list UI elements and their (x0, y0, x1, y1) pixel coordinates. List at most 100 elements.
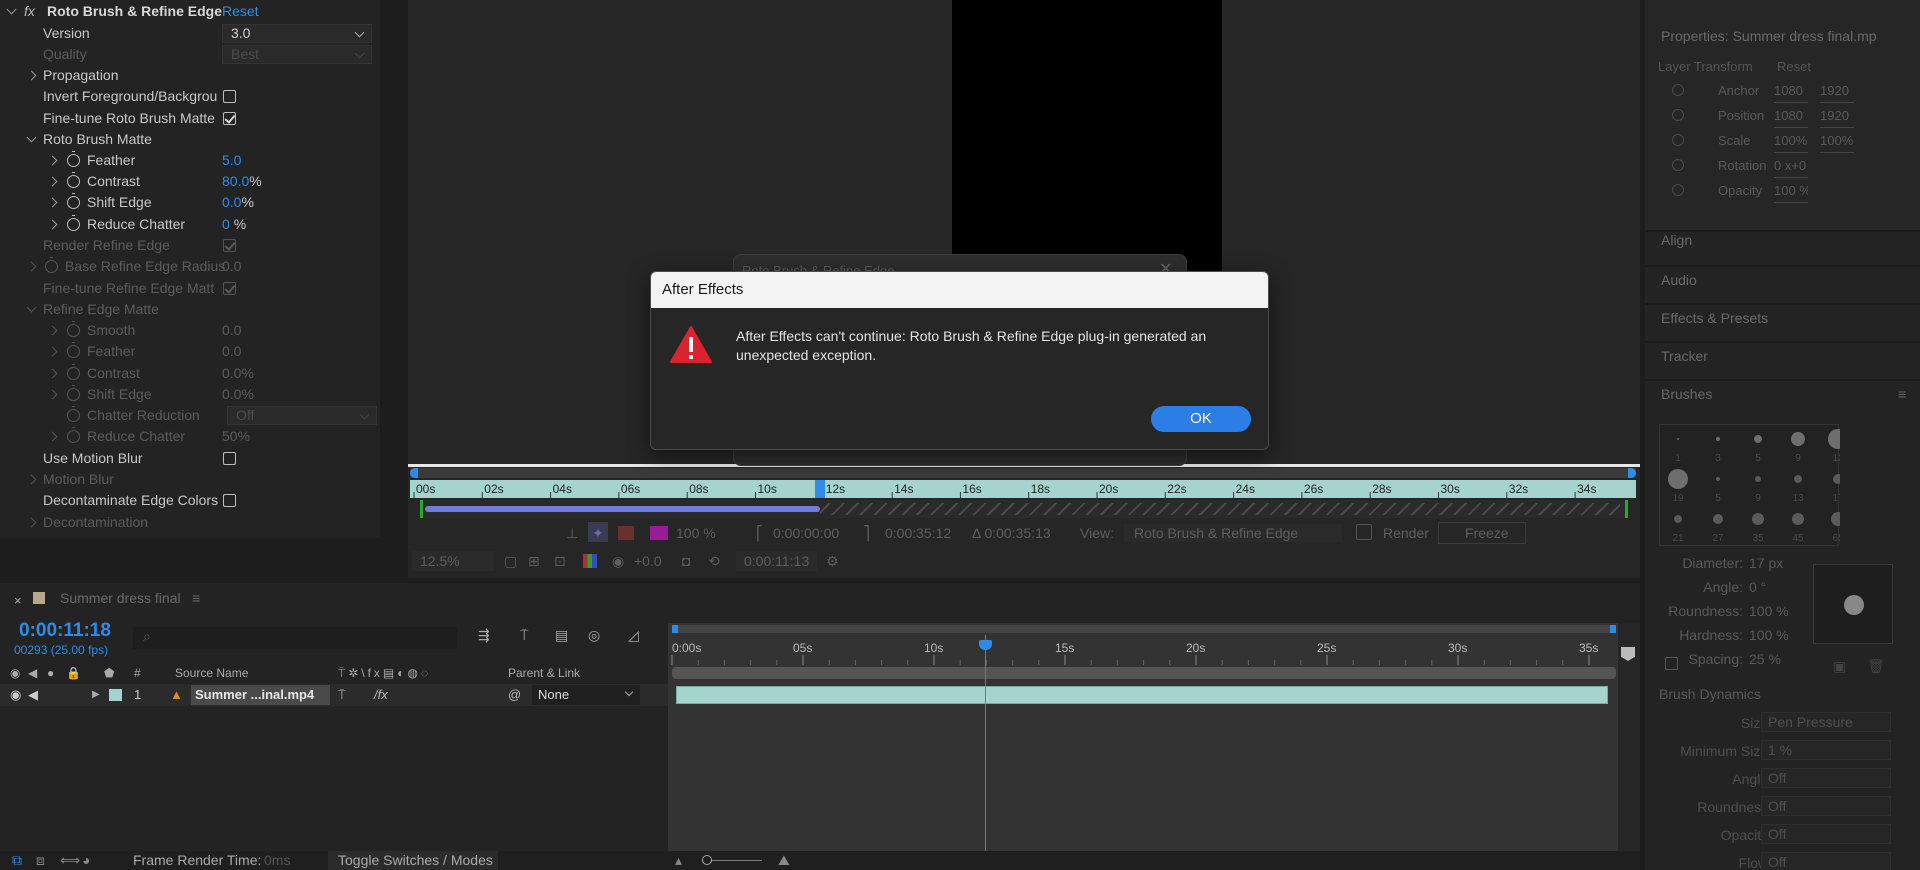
show-snapshot-icon[interactable]: ⟲ (708, 548, 720, 574)
group-propagation[interactable]: Propagation (0, 65, 380, 86)
composition-canvas[interactable] (952, 0, 1222, 282)
zoom-slider-thumb[interactable] (702, 855, 712, 865)
brush-preset[interactable] (1833, 474, 1840, 484)
video-toggle-icon[interactable]: ◉ (10, 663, 20, 683)
frame-blending-icon[interactable]: ▤ (555, 627, 568, 644)
brush-preset[interactable] (1794, 475, 1802, 483)
fine-tune-roto-checkbox[interactable] (223, 112, 236, 125)
work-area-bar[interactable] (672, 625, 1616, 633)
freeze-button[interactable]: Freeze (1438, 522, 1526, 544)
shy-layers-icon[interactable]: ⍑ (520, 627, 528, 644)
expand-chevron-icon[interactable] (26, 517, 37, 528)
refine-contrast-value[interactable]: 0.0 (222, 365, 241, 381)
viewer-ruler[interactable]: 00s 02s 04s 06s 08s 10s 12s 14s 16s 18s 20s 22s 24s 2… (410, 480, 1636, 498)
invert-checkbox[interactable] (223, 90, 236, 103)
time-navigator[interactable] (672, 667, 1616, 679)
refine-shift-value[interactable]: 0.0 (222, 386, 241, 402)
transform-prop-value-1[interactable]: 100% (1774, 130, 1808, 153)
comp-mini-flowchart-icon[interactable]: ⇶ (478, 627, 490, 644)
expand-chevron-icon[interactable] (47, 431, 58, 442)
dynamics-select[interactable]: Off (1761, 852, 1891, 870)
dynamics-select[interactable]: Off (1761, 768, 1891, 788)
stopwatch-icon[interactable] (67, 172, 80, 188)
expand-chevron-icon[interactable] (47, 389, 58, 400)
brush-preset[interactable] (1755, 476, 1761, 482)
transform-prop-value-2[interactable]: 1920 (1820, 105, 1854, 128)
settings-icon[interactable]: ⚙ (826, 548, 839, 574)
brush-preset[interactable] (1828, 429, 1840, 449)
brush-prop-value[interactable]: 17 px (1749, 552, 1783, 574)
alpha-overlay-icon[interactable] (618, 526, 634, 540)
effect-header[interactable]: fx Roto Brush & Refine Edge Reset (0, 1, 380, 22)
render-checkbox[interactable] (1356, 524, 1372, 540)
expand-chevron-icon[interactable] (47, 197, 58, 208)
lock-icon[interactable]: 🔒 (66, 663, 81, 683)
stopwatch-icon[interactable] (1672, 109, 1684, 121)
channels-icon[interactable] (583, 554, 597, 568)
grid-icon[interactable]: ⊞ (528, 548, 540, 574)
time-in-icon[interactable]: ⎡ (756, 522, 763, 544)
expand-chevron-icon[interactable] (47, 346, 58, 357)
time-out-icon[interactable]: ⎤ (863, 522, 870, 544)
shift-edge-value[interactable]: 0.0 (222, 194, 241, 210)
audio-toggle-icon[interactable]: ◀ (28, 663, 37, 683)
solo-icon[interactable]: ● (47, 663, 54, 683)
stopwatch-icon[interactable] (67, 406, 80, 422)
scroll-end-handle[interactable] (1628, 468, 1636, 478)
dynamics-select[interactable]: Pen Pressure (1761, 712, 1891, 732)
expand-chevron-icon[interactable] (47, 219, 58, 230)
expand-chevron-icon[interactable] (47, 176, 58, 187)
brush-preset[interactable] (1713, 514, 1723, 524)
comp-marker-bin-icon[interactable] (1621, 647, 1635, 661)
viewer-playhead[interactable] (815, 480, 825, 498)
brush-preset[interactable] (1752, 513, 1764, 525)
fine-tune-refine-checkbox[interactable] (223, 282, 236, 295)
stopwatch-icon[interactable] (1672, 84, 1684, 96)
stopwatch-icon[interactable] (67, 385, 80, 401)
transform-prop-value-1[interactable]: 100 % (1774, 180, 1808, 203)
stopwatch-icon[interactable] (67, 364, 80, 380)
brush-preset[interactable] (1716, 437, 1720, 441)
refine-reduce-chatter-value[interactable]: 50 (222, 428, 238, 444)
new-brush-icon[interactable]: ▣ (1833, 658, 1846, 675)
graph-editor-icon[interactable]: ◿ (628, 627, 639, 644)
stopwatch-icon[interactable] (45, 257, 58, 273)
brush-preset[interactable] (1791, 432, 1805, 446)
tracker-tab[interactable]: Tracker (1661, 348, 1708, 364)
stopwatch-icon[interactable] (67, 151, 80, 167)
overlay-opacity[interactable]: 100 % (676, 522, 716, 544)
dynamics-select[interactable]: 1 % (1761, 740, 1891, 760)
chatter-reduction-select[interactable]: Off (227, 406, 377, 425)
brush-prop-value[interactable]: 25 % (1749, 648, 1781, 670)
layer-duration-bar[interactable] (676, 686, 1608, 704)
transfer-controls-icon[interactable]: ⧈ (36, 851, 45, 870)
group-decontamination[interactable]: Decontamination (0, 512, 380, 533)
render-refine-checkbox[interactable] (223, 239, 236, 252)
transform-reset[interactable]: Reset (1777, 59, 1811, 74)
stopwatch-icon[interactable] (67, 215, 80, 231)
transform-prop-value-1[interactable]: 0 x+0 ° (1774, 155, 1808, 178)
propagation-bar[interactable] (420, 500, 1628, 518)
motion-blur-icon[interactable]: ◎ (588, 627, 600, 644)
expand-chevron-icon[interactable] (47, 325, 58, 336)
layer-row[interactable]: ◉ ◀ ▶ 1 ▲ Summer ...inal.mp4 ⍑ /fx @ Non… (0, 684, 668, 706)
expand-chevron-icon[interactable] (26, 474, 37, 485)
expand-chevron-icon[interactable] (26, 70, 37, 81)
stopwatch-icon[interactable] (1672, 184, 1684, 196)
spacing-checkbox[interactable] (1665, 657, 1678, 670)
feather-value[interactable]: 5.0 (222, 150, 241, 171)
stopwatch-icon[interactable] (67, 342, 80, 358)
zoom-slider[interactable] (702, 855, 762, 865)
effects-presets-tab[interactable]: Effects & Presets (1661, 310, 1768, 326)
transform-prop-value-1[interactable]: 1080 (1774, 105, 1808, 128)
quality-select[interactable]: Best (222, 45, 372, 64)
brush-preset[interactable] (1674, 515, 1682, 523)
magnification-select[interactable]: 12.5% (412, 551, 494, 571)
tab-menu-icon[interactable]: ≡ (192, 590, 200, 606)
expand-chevron-icon[interactable] (26, 261, 37, 272)
fx-icon[interactable]: fx (24, 1, 35, 22)
video-eye-icon[interactable]: ◉ (10, 684, 21, 706)
refine-feather-value[interactable]: 0.0 (222, 341, 241, 362)
audio-speaker-icon[interactable]: ◀ (28, 684, 38, 706)
viewer-current-time[interactable]: 0:00:11:13 (736, 551, 818, 571)
